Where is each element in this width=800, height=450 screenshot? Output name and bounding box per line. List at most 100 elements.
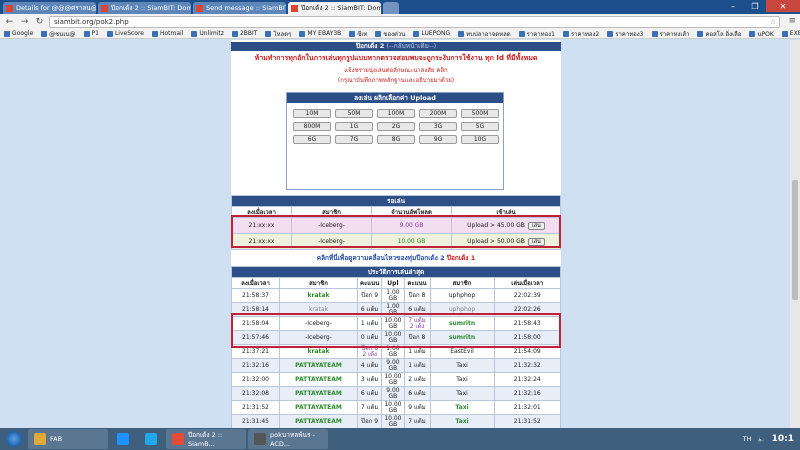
bookmark-item[interactable]: ราคาหงเส้า: [651, 29, 689, 38]
bookmark-label: คอสโล อิ่งเลือ: [705, 30, 742, 38]
table-row: 21:57:46 -Iceberg- 0 แต้ม 10.00 GB ป๊อก 8 sum…: [231, 330, 561, 345]
upload-cell: 1.00 GB: [381, 302, 405, 317]
bookmark-item[interactable]: 2BBIT: [231, 30, 258, 37]
upload-cell: 10.00 GB: [381, 400, 405, 415]
upload-amount-button[interactable]: 200M: [419, 109, 457, 118]
bookmark-item[interactable]: ของด่วน: [375, 29, 405, 38]
bookmark-label: ทบปลาอาจดหลด: [466, 30, 511, 38]
scrollbar-thumb[interactable]: [792, 180, 798, 300]
bookmark-item[interactable]: Google: [4, 30, 33, 37]
bookmark-icon: [299, 30, 306, 37]
upload-panel-title: ลงเล่น ผลิกเลือกค่า Upload: [287, 93, 503, 103]
upload-cell: 1.00 GB: [381, 344, 405, 359]
taskbar-item[interactable]: ป๊อกเด้ง 2 :: SiamB...: [166, 429, 246, 449]
reload-icon[interactable]: ↻: [34, 16, 45, 27]
bookmark-item[interactable]: P1: [83, 30, 99, 37]
minimize-icon[interactable]: –: [722, 0, 744, 12]
upload-amount-button[interactable]: 50M: [335, 109, 373, 118]
star-icon[interactable]: ☆: [770, 17, 776, 27]
favicon-icon: [291, 4, 298, 12]
bookmark-icon: [349, 30, 356, 37]
taskbar-item[interactable]: [110, 429, 136, 449]
back-icon[interactable]: ←: [4, 16, 15, 27]
play-button[interactable]: เล่น: [527, 237, 545, 246]
bookmark-item[interactable]: ราคาทอง1: [518, 29, 555, 38]
bookmark-label: P1: [91, 30, 99, 37]
bookmark-item[interactable]: LiveScore: [106, 30, 144, 37]
tab-label: ป๊อกเด้ง 2 :: SiamBIT: Dom: [301, 4, 381, 12]
browser-tab-4[interactable]: ป๊อกเด้ง 2 :: SiamBIT: Dom✕: [288, 2, 381, 14]
table-row: 21:31:52 PATTAYATEAM 7 แต้ม 10.00 GB 9 แต้ม T…: [231, 400, 561, 415]
start-button[interactable]: [0, 428, 28, 450]
bookmark-item[interactable]: โหลดๆ: [265, 29, 291, 38]
upload-amount-button[interactable]: 3G: [419, 122, 457, 131]
upload-amount-button[interactable]: 10G: [461, 135, 499, 144]
bookmark-item[interactable]: ราคาทอง2: [562, 29, 599, 38]
clock[interactable]: 10:1: [772, 434, 794, 444]
taskbar-item[interactable]: pokนาทลพ้นร - ACD...: [248, 429, 328, 449]
bookmark-item[interactable]: ราคาทอง3: [607, 29, 644, 38]
maximize-icon[interactable]: ❐: [744, 0, 766, 12]
upload-amount-button[interactable]: 8G: [377, 135, 415, 144]
new-tab-button[interactable]: [383, 2, 399, 14]
bookmark-item[interactable]: LUEPONG: [413, 30, 450, 37]
browser-tab-2[interactable]: ป๊อกเด้ง 2 :: SiamBIT: Dom✕: [98, 2, 191, 14]
member-cell: kratak: [279, 344, 358, 359]
windows-icon: [6, 431, 22, 447]
bookmark-item[interactable]: คอสโล อิ่งเลือ: [697, 29, 742, 38]
taskbar-item[interactable]: FAB: [28, 429, 108, 449]
upload-amount-button[interactable]: 7G: [335, 135, 373, 144]
bookmark-label: 2BBIT: [239, 30, 258, 37]
bookmark-item[interactable]: Unlimitz: [191, 30, 224, 37]
language-indicator[interactable]: TH: [743, 435, 752, 443]
bookmark-icon: [518, 30, 525, 37]
upload-amount-button[interactable]: 2G: [377, 122, 415, 131]
play-button[interactable]: เล่น: [527, 221, 545, 230]
played-time-cell: 21:32:01: [493, 400, 561, 415]
url-input[interactable]: siambit.org/pok2.php ☆: [49, 15, 780, 28]
pok1-link[interactable]: ป๊อกเด้ง 1: [447, 254, 475, 262]
bookmark-item[interactable]: MY EBAY3B: [299, 30, 341, 37]
upload-amount-button[interactable]: 100M: [377, 109, 415, 118]
bookmark-item[interactable]: EXE: [781, 30, 800, 37]
bookmark-item[interactable]: นPOK: [749, 29, 774, 38]
forward-icon[interactable]: →: [19, 16, 30, 27]
taskbar-item[interactable]: [138, 429, 164, 449]
volume-icon[interactable]: 🔈: [758, 435, 766, 443]
upload-amount-button[interactable]: 5G: [461, 122, 499, 131]
time-cell: 21:57:46: [231, 330, 280, 345]
upload-cell: 10.00 GB: [381, 316, 405, 331]
join-requirement: Upload > 50.00 GB: [467, 237, 525, 245]
upload-amount-button[interactable]: 6G: [293, 135, 331, 144]
bookmark-item[interactable]: Hotmail: [152, 30, 183, 37]
upload-amount-button[interactable]: 10M: [293, 109, 331, 118]
bookmark-item[interactable]: @ชนเน@: [41, 29, 76, 38]
played-time-cell: 21:32:32: [493, 358, 561, 373]
close-window-icon[interactable]: ✕: [766, 0, 800, 12]
back-link[interactable]: (--กลับหน้าเดิม--): [387, 42, 437, 50]
browser-tab-1[interactable]: Details for @@@ศราลน@✕: [3, 2, 96, 14]
upload-amount-button[interactable]: 9G: [419, 135, 457, 144]
scrollbar[interactable]: [790, 40, 800, 428]
taskbar-label: FAB: [50, 435, 63, 443]
bookmark-icon: [265, 30, 272, 37]
history-link[interactable]: คลิกที่นี่เพื่อดูความคลื่อนไหวของทุ่มปีอ…: [231, 253, 561, 263]
bookmark-item[interactable]: ซีเท: [349, 29, 367, 38]
bookmark-icon: [697, 30, 704, 37]
bookmark-item[interactable]: ทบปลาอาจดหลด: [458, 29, 511, 38]
member-cell: sumritn: [429, 330, 495, 345]
table-row: 21:32:08 PATTAYATEAM 6 แต้ม 9.00 GB 6 แต้ม Ta…: [231, 386, 561, 401]
bookmark-label: ราคาทอง3: [615, 30, 644, 38]
bookmark-icon: [781, 30, 788, 37]
upload-amount-button[interactable]: 800M: [293, 122, 331, 131]
upload-amount-button[interactable]: 500M: [461, 109, 499, 118]
bookmark-label: นPOK: [757, 30, 774, 38]
played-time-cell: 22:02:26: [493, 302, 561, 317]
browser-tab-3[interactable]: Send message :: SiamBIT:✕: [193, 2, 286, 14]
join-cell: Upload > 50.00 GB เล่น: [451, 233, 561, 250]
upload-amount-button[interactable]: 1G: [335, 122, 373, 131]
member-cell: PATTAYATEAM: [279, 386, 358, 401]
menu-icon[interactable]: ≡: [788, 16, 796, 26]
table-row: 21:31:45 PATTAYATEAM ป๊อก 9 10.00 GB 7 แต้ม T…: [231, 414, 561, 428]
bookmark-icon: [4, 30, 10, 37]
